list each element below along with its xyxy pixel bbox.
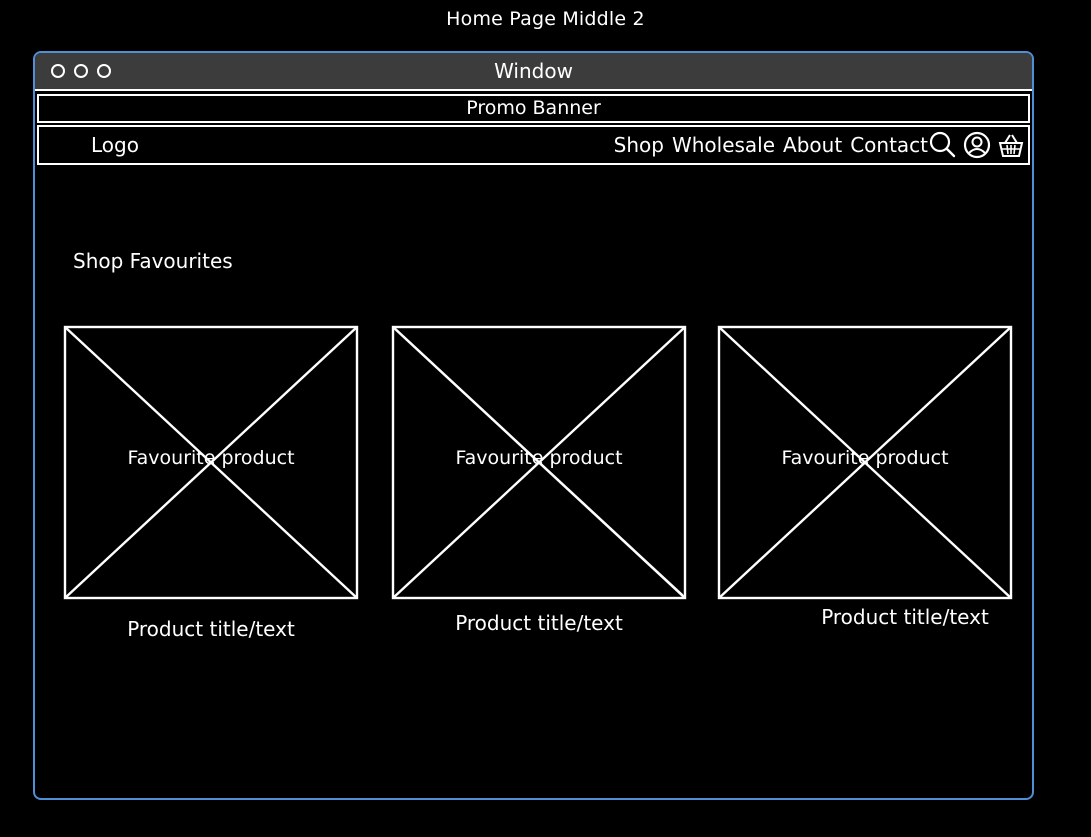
- product-card[interactable]: Favourite product Product title/text: [63, 325, 359, 641]
- nav-link-about[interactable]: About: [783, 133, 842, 157]
- section-title: Shop Favourites: [73, 249, 233, 273]
- product-card[interactable]: Favourite product Product title/text: [717, 325, 1013, 629]
- search-icon[interactable]: [929, 131, 957, 159]
- product-image-label: Favourite product: [127, 447, 295, 469]
- product-title[interactable]: Product title/text: [757, 605, 1053, 629]
- window-titlebar: Window: [35, 53, 1032, 91]
- product-title[interactable]: Product title/text: [63, 617, 359, 641]
- product-title[interactable]: Product title/text: [391, 611, 687, 635]
- product-image-label: Favourite product: [781, 447, 949, 469]
- window-title: Window: [494, 59, 573, 83]
- nav-icons: [929, 131, 1025, 159]
- basket-icon[interactable]: [997, 131, 1025, 159]
- nav-link-contact[interactable]: Contact: [850, 133, 928, 157]
- page-title: Home Page Middle 2: [446, 8, 645, 30]
- main-nav: Logo Shop Wholesale About Contact: [37, 125, 1030, 165]
- product-image-label: Favourite product: [455, 447, 623, 469]
- logo[interactable]: Logo: [91, 133, 139, 157]
- user-icon[interactable]: [963, 131, 991, 159]
- product-card[interactable]: Favourite product Product title/text: [391, 325, 687, 635]
- nav-links: Shop Wholesale About Contact: [614, 133, 928, 157]
- promo-banner[interactable]: Promo Banner: [37, 94, 1030, 123]
- browser-window: Window Promo Banner Logo Shop Wholesale …: [33, 51, 1034, 800]
- nav-link-wholesale[interactable]: Wholesale: [672, 133, 775, 157]
- nav-link-shop[interactable]: Shop: [614, 133, 664, 157]
